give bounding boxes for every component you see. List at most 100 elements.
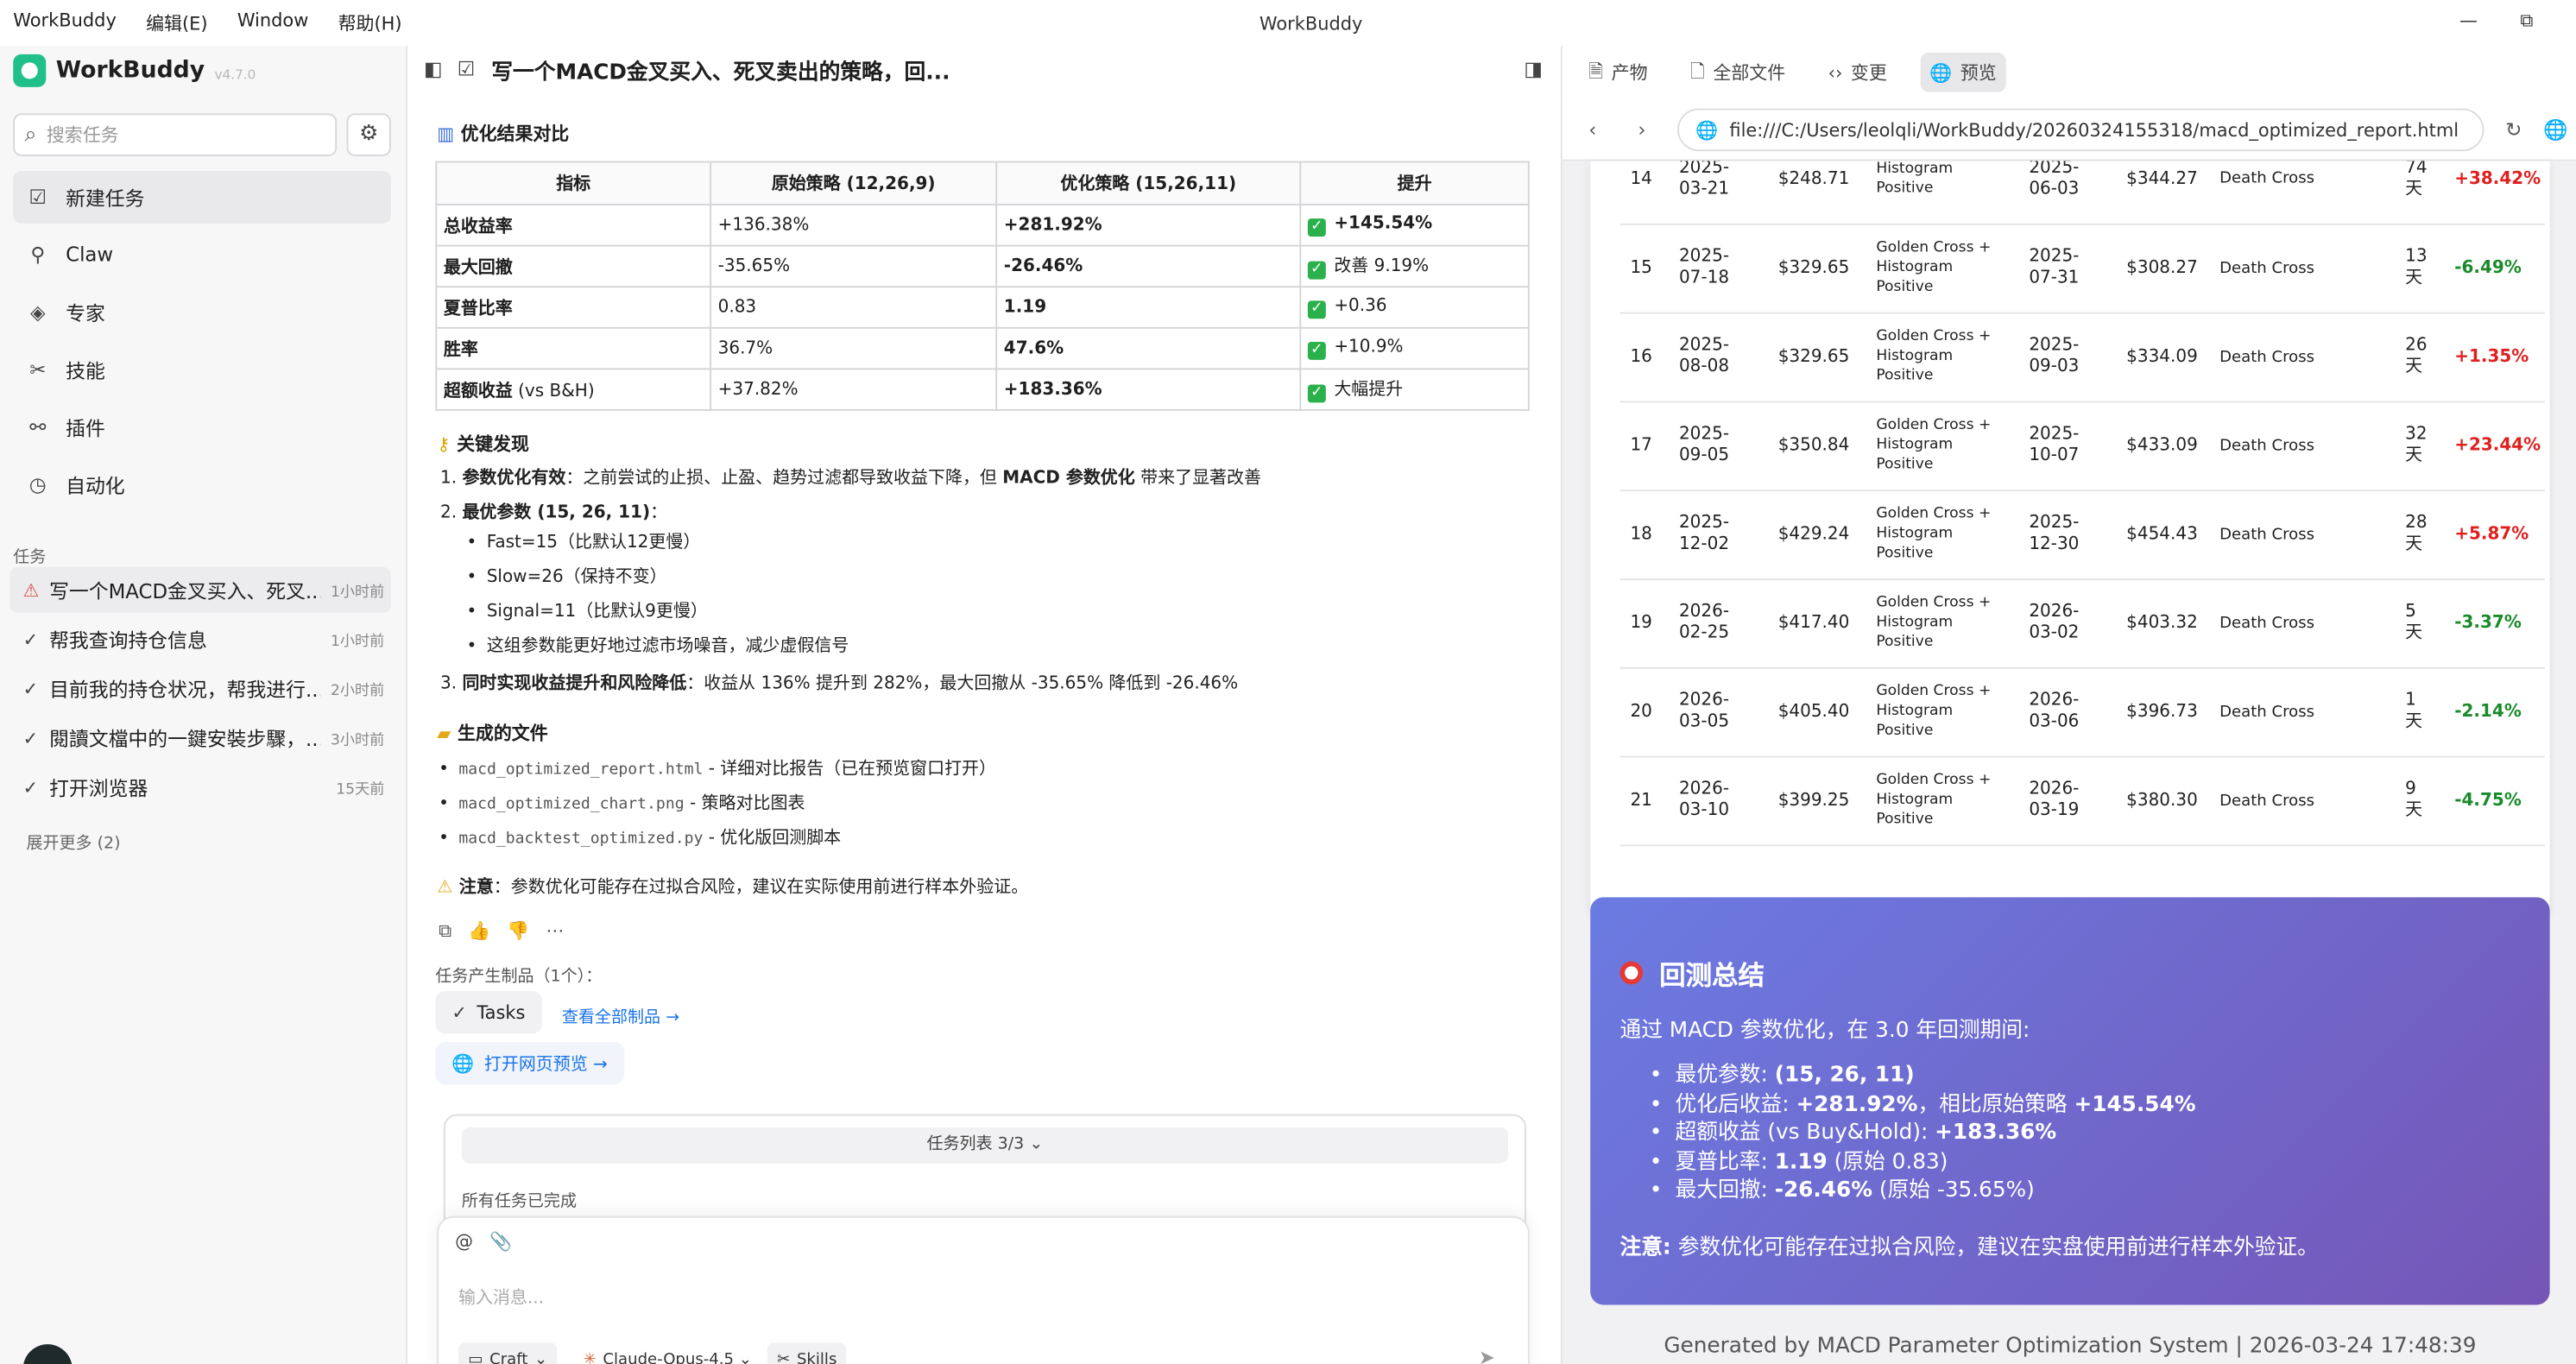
entry-date: 2025- 12-02 [1662,489,1765,580]
send-icon[interactable]: ➤ [1479,1346,1495,1364]
trade-return: +23.44% [2454,401,2545,491]
task-item[interactable]: ✓ 目前我的持仓状况，帮我进行... 2小时前 [9,666,391,711]
file-name[interactable]: macd_optimized_report.html [458,761,703,779]
thumbs-down-icon[interactable]: 👎 [507,920,529,944]
show-more-tasks[interactable]: 展开更多 (2) [26,828,120,853]
task-item[interactable]: ✓ 閱讀文檔中的一鍵安裝步驟，... 3小时前 [9,715,391,761]
claw-icon: ⚲ [30,243,46,267]
model-label: Claude-Opus-4.5 [603,1349,735,1364]
days-unit: 天 [2405,268,2423,288]
tab-changes[interactable]: ‹› 变更 [1818,53,1897,92]
tab-artifacts[interactable]: 🗎 产物 [1579,53,1657,92]
task-item[interactable]: ⚠ 写一个MACD金叉买入、死叉... 1小时前 [9,566,391,614]
metric-suffix: (vs B&H) [512,380,595,401]
mode-label: Craft [489,1349,528,1364]
browser-icon[interactable]: 🌐 [2543,118,2567,142]
exit-price: $344.27 [2111,161,2213,224]
text: 参数优化可能存在过拟合风险，建议在实盘使用前进行样本外验证。 [1670,1235,2319,1261]
date-part: 10-07 [2029,445,2080,465]
nav-skills[interactable]: ✂ 技能 [13,344,391,396]
file-name[interactable]: macd_backtest_optimized.py [458,830,703,848]
date-part: 2026- [2029,690,2080,710]
warning-icon: ⚠ [437,877,453,898]
task-time: 2小时前 [331,682,385,699]
file-desc: - 策略对比图表 [684,793,805,814]
table-row: 14 2025- 03-21 $248.71 Histogram Positive 2025… [1619,161,2545,224]
url-bar[interactable]: 🌐 file:///C:/Users/leolqli/WorkBuddy/2026… [1677,108,2484,152]
signal-line: Histogram [1876,792,1954,809]
gain-cell: ✓ 改善 9.19% [1299,244,1530,288]
table-row: 最大回撤 -35.65% -26.46% ✓ 改善 9.19% [435,244,1530,288]
file-name[interactable]: macd_optimized_chart.png [458,795,684,813]
date-part: 2025- [2029,424,2080,444]
signal-line: Golden Cross + [1876,506,1992,523]
task-list-toggle[interactable]: 任务列表 3/3 ⌄ [461,1127,1509,1164]
nav-new-task[interactable]: ☑ 新建任务 [13,170,391,224]
chart-icon: ▥ [437,122,455,144]
table-row: 胜率 36.7% 47.6% ✓ +10.9% [435,326,1530,370]
minimize-button[interactable]: — [2459,9,2478,31]
report-footer: Generated by MACD Parameter Optimization… [1664,1334,2477,1360]
entry-price: $417.40 [1764,578,1864,668]
tasks-pill[interactable]: ✓ Tasks [435,990,542,1034]
refresh-icon[interactable]: ↻ [2505,118,2522,142]
toggle-sidebar-icon[interactable]: ◧ [424,58,443,81]
check-icon: ✓ [22,628,39,650]
trade-return: +5.87% [2454,489,2545,580]
copy-icon[interactable]: ⧉ [439,920,451,944]
warning-icon: ⚠ [22,579,40,601]
task-search-input[interactable]: ⌕ 搜索任务 [13,113,338,156]
summary-list: 最优参数: (15, 26, 11) 优化后收益: +281.92%，相比原始策… [1672,1062,2196,1206]
entry-signal: Golden Cross + Histogram Positive [1863,755,2019,846]
title-bar: WorkBuddy 编辑(E) Window 帮助(H) WorkBuddy —… [0,0,2576,47]
bullet-item: 这组参数能更好地过滤市场噪音，减少虚假信号 [466,633,849,658]
date-part: 03-06 [2029,711,2080,732]
text: ： [650,502,668,523]
nav-experts[interactable]: ◈ 专家 [13,286,391,338]
message-input[interactable]: 输入消息... [458,1285,544,1310]
back-icon[interactable]: ‹ [1588,118,1596,142]
nav-claw[interactable]: ⚲ Claw [13,229,391,281]
tasks-section-header: 任务 [13,548,47,567]
findings-heading: ⚷ 关键发现 [437,431,529,457]
folder-icon: ▰ [437,722,451,744]
date-part: 2025- [1678,335,1730,356]
nav-plugins[interactable]: ⚯ 插件 [13,401,391,453]
check-box-icon: ✓ [1307,261,1326,280]
edit-icon[interactable]: ☑ [458,58,475,81]
skills-button[interactable]: ✂ Skills [767,1342,847,1364]
tab-preview[interactable]: 🌐 预览 [1919,52,2007,92]
gain-value: 改善 9.19% [1334,256,1430,276]
num: 1. [440,468,463,489]
avatar[interactable] [22,1344,73,1364]
bold: MACD 参数优化 [1002,468,1135,489]
summary-panel: 回测总结 通过 MACD 参数优化，在 3.0 年回测期间: 最优参数: (15… [1590,897,2550,1305]
filter-settings-button[interactable]: ⚙ [346,113,391,156]
forward-icon[interactable]: › [1638,118,1645,142]
label: (原始 0.83) [1827,1149,1948,1175]
nav-automation[interactable]: ◷ 自动化 [13,458,391,511]
mode-select[interactable]: ▭ Craft ⌄ [458,1342,558,1364]
view-all-products-link[interactable]: 查看全部制品 → [562,1002,679,1027]
composer-icons: @ 📎 [455,1231,512,1253]
preview-tabs: 🗎 产物 🗋 全部文件 ‹› 变更 🌐 预览 [1562,46,2576,99]
summary-item: 超额收益 (vs Buy&Hold): +183.36% [1672,1119,2195,1147]
exit-reason: Death Cross [2213,755,2406,846]
maximize-button[interactable]: ⧉ [2520,9,2533,33]
sidebar: WorkBuddy v4.7.0 ⌕ 搜索任务 ⚙ ☑ 新建任务 ⚲ Claw ◈ 专… [0,46,407,1364]
task-item[interactable]: ✓ 帮我查询持仓信息 1小时前 [9,616,391,662]
open-preview-pill[interactable]: 🌐 打开网页预览 → [435,1041,624,1085]
more-icon[interactable]: ⋯ [546,920,564,944]
toggle-preview-icon[interactable]: ◨ [1524,58,1543,81]
model-select[interactable]: ✳ Claude-Opus-4.5 ⌄ [573,1342,761,1364]
task-item[interactable]: ✓ 打开浏览器 15天前 [9,764,391,810]
thumbs-up-icon[interactable]: 👍 [468,920,490,944]
tab-all-files[interactable]: 🗋 全部文件 [1681,53,1796,92]
attach-icon[interactable]: 📎 [489,1231,512,1253]
hold-days: 13 天 [2405,223,2455,313]
mention-icon[interactable]: @ [455,1231,473,1253]
task-title: 目前我的持仓状况，帮我进行... [49,678,321,701]
table-row: 19 2026- 02-25 $417.40 Golden Cross + Histogr… [1619,578,2545,668]
exit-date: 2026- 03-06 [2018,666,2112,757]
entry-date: 2026- 02-25 [1662,578,1765,668]
